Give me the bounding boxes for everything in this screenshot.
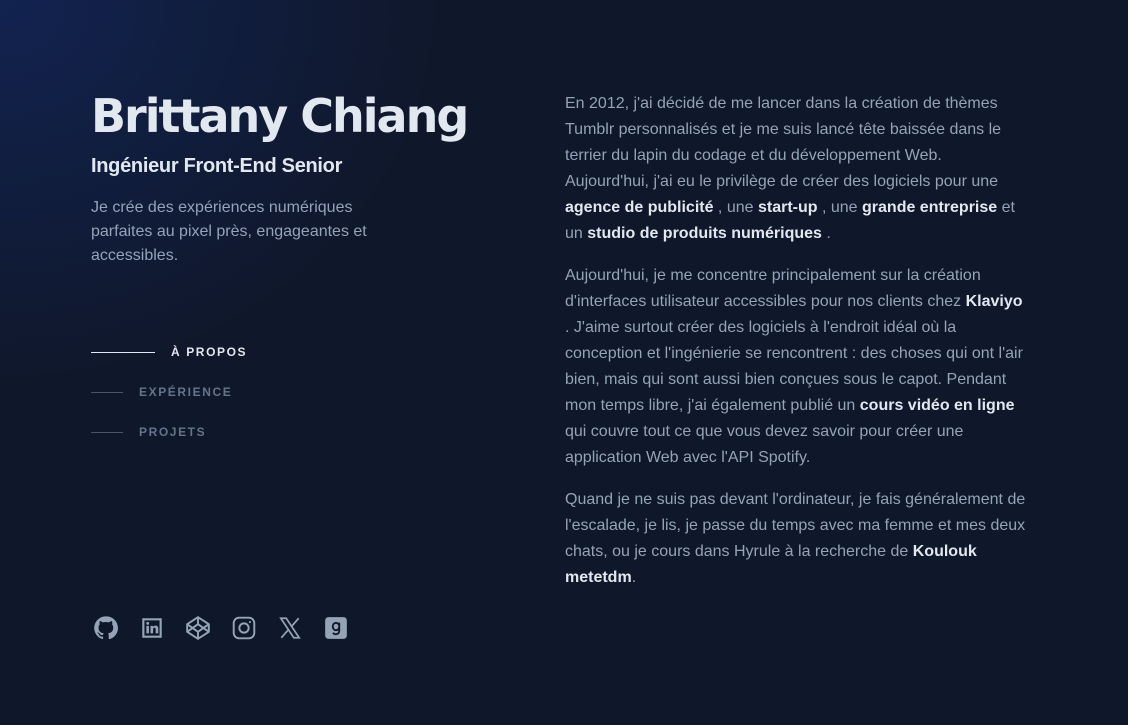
goodreads-icon[interactable] bbox=[323, 615, 349, 641]
about-paragraph-3: Quand je ne suis pas devant l'ordinateur… bbox=[565, 487, 1028, 591]
text: . bbox=[821, 225, 831, 242]
nav-item-projects[interactable]: PROJETS bbox=[91, 420, 247, 444]
corporation-link[interactable]: grande entreprise bbox=[862, 199, 997, 216]
x-twitter-icon[interactable] bbox=[277, 615, 303, 641]
text: Aujourd'hui, je me concentre principalem… bbox=[565, 267, 981, 310]
github-icon[interactable] bbox=[93, 615, 119, 641]
nav-indicator bbox=[91, 431, 123, 433]
startup-link[interactable]: start-up bbox=[758, 199, 818, 216]
about-section: En 2012, j'ai décidé de me lancer dans l… bbox=[565, 91, 1028, 607]
header: Brittany Chiang Ingénieur Front-End Seni… bbox=[91, 88, 491, 268]
linkedin-icon[interactable] bbox=[139, 615, 165, 641]
about-paragraph-1: En 2012, j'ai décidé de me lancer dans l… bbox=[565, 91, 1028, 247]
nav-indicator bbox=[91, 391, 123, 393]
text: , une bbox=[713, 199, 758, 216]
instagram-icon[interactable] bbox=[231, 615, 257, 641]
video-course-link[interactable]: cours vidéo en ligne bbox=[860, 397, 1015, 414]
nav-item-label: EXPÉRIENCE bbox=[139, 385, 233, 399]
text: qui couvre tout ce que vous devez savoir… bbox=[565, 423, 964, 466]
advertising-agency-link[interactable]: agence de publicité bbox=[565, 199, 713, 216]
product-studio-link[interactable]: studio de produits numériques bbox=[587, 225, 822, 242]
nav-item-about[interactable]: À PROPOS bbox=[91, 340, 247, 364]
nav-item-label: À PROPOS bbox=[171, 345, 248, 359]
nav-item-experience[interactable]: EXPÉRIENCE bbox=[91, 380, 247, 404]
tagline: Je crée des expériences numériques parfa… bbox=[91, 199, 367, 264]
section-nav: À PROPOS EXPÉRIENCE PROJETS bbox=[91, 340, 247, 460]
text: En 2012, j'ai décidé de me lancer dans l… bbox=[565, 95, 1002, 190]
nav-item-label: PROJETS bbox=[139, 425, 207, 439]
about-paragraph-2: Aujourd'hui, je me concentre principalem… bbox=[565, 263, 1028, 471]
page-title: Brittany Chiang bbox=[91, 89, 469, 143]
job-title: Ingénieur Front-End Senior bbox=[91, 155, 343, 177]
social-links bbox=[93, 615, 349, 641]
klaviyo-link[interactable]: Klaviyo bbox=[966, 293, 1023, 310]
codepen-icon[interactable] bbox=[185, 615, 211, 641]
text: , une bbox=[817, 199, 863, 216]
nav-indicator bbox=[91, 351, 155, 353]
text: . bbox=[631, 569, 637, 586]
